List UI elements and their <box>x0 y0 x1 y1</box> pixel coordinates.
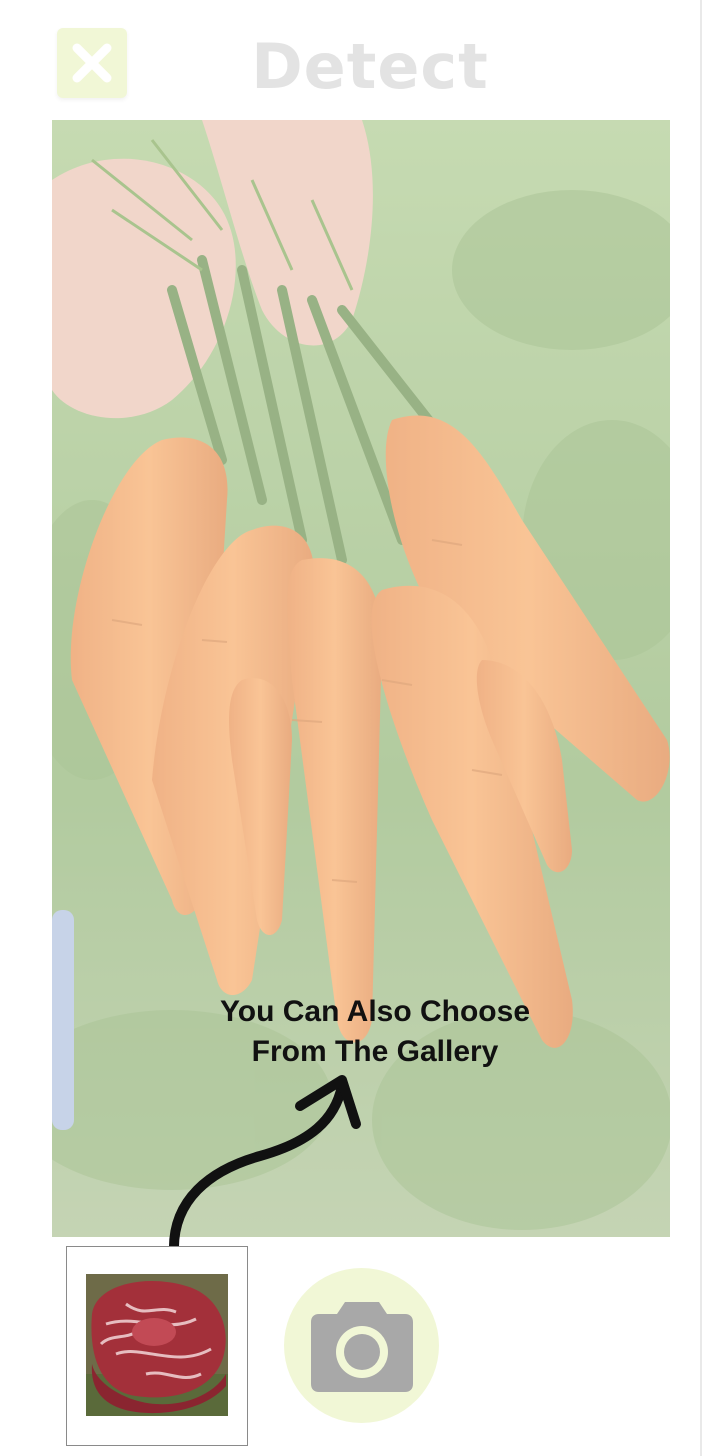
steak-photo <box>86 1274 228 1416</box>
gallery-button[interactable] <box>66 1246 248 1446</box>
curved-arrow-up-icon <box>168 1075 361 1257</box>
gallery-thumbnail <box>86 1274 228 1416</box>
gallery-hint-line1: You Can Also Choose <box>219 995 531 1028</box>
camera-icon <box>310 1301 413 1392</box>
camera-capture-button[interactable] <box>284 1268 439 1423</box>
screen-edge <box>700 0 702 1456</box>
page-title: Detect <box>251 30 489 103</box>
